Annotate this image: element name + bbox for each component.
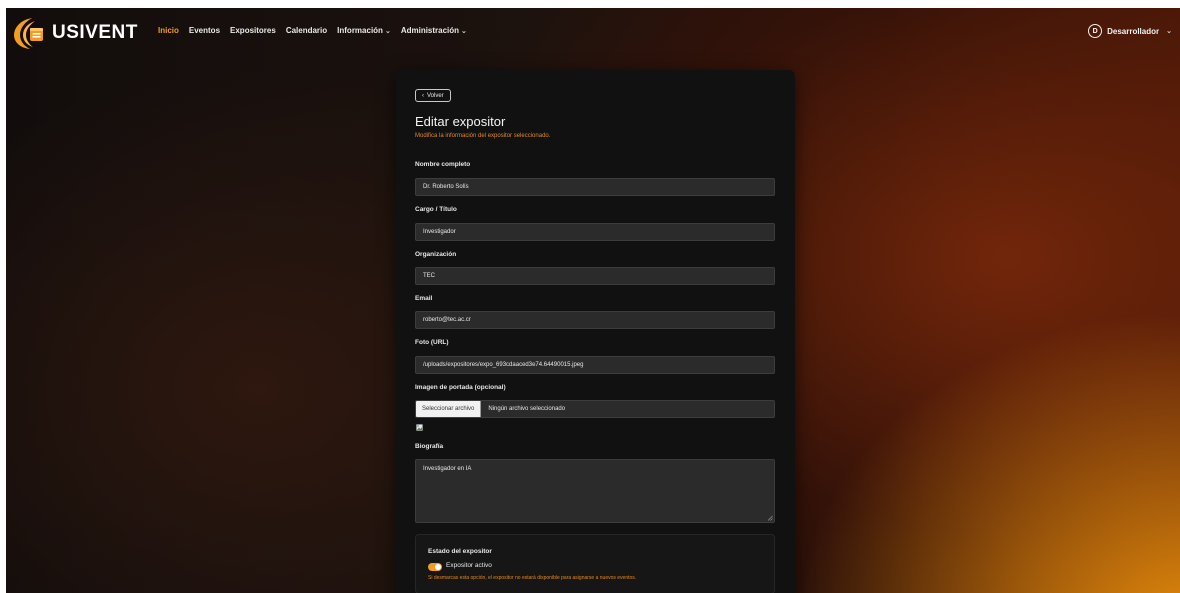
nav-item-inicio[interactable]: Inicio (158, 26, 179, 35)
file-status: Ningún archivo seleccionado (488, 406, 566, 412)
back-button-label: Volver (427, 92, 444, 99)
photo-url-input[interactable]: /uploads/expositores/expo_693cdaaced3e74… (415, 356, 775, 374)
brand-name: USIVENT (52, 22, 138, 43)
organization-label: Organización (415, 251, 457, 258)
chevron-down-icon: ⌄ (461, 28, 467, 35)
chevron-left-icon: ‹ (422, 92, 424, 99)
status-title: Estado del expositor (428, 548, 492, 555)
chevron-down-icon: ⌄ (1166, 28, 1172, 35)
broken-image-icon (416, 424, 423, 431)
biography-textarea[interactable]: Investigador en IA (415, 459, 775, 523)
resize-grip-icon[interactable] (767, 515, 773, 521)
photo-url-label: Foto (URL) (415, 339, 449, 346)
name-label: Nombre completo (415, 161, 471, 168)
active-toggle-label: Expositor activo (446, 562, 492, 569)
nav-item-informacion-label: Información (337, 26, 383, 35)
logo-icon (14, 18, 43, 49)
biography-label: Biografía (415, 443, 444, 450)
brand-logo[interactable]: USIVENT (12, 16, 138, 50)
email-label: Email (415, 295, 433, 302)
status-help-text: Si desmarcas esta opción, el expositor n… (428, 575, 637, 581)
app-window: USIVENT Inicio Eventos Expositores Calen… (6, 8, 1180, 593)
name-input[interactable]: Dr. Roberto Solís (415, 178, 775, 196)
email-input[interactable]: roberto@tec.ac.cr (415, 311, 775, 329)
biography-text: Investigador en IA (423, 466, 472, 472)
nav-item-calendario[interactable]: Calendario (286, 26, 327, 35)
nav-item-informacion[interactable]: Información ⌄ (337, 26, 391, 35)
page-title: Editar expositor (415, 114, 506, 129)
active-toggle[interactable] (428, 563, 442, 571)
status-panel: Estado del expositor Expositor activo Si… (415, 534, 775, 593)
cover-image-label: Imagen de portada (opcional) (415, 384, 506, 391)
main-nav: Inicio Eventos Expositores Calendario In… (158, 26, 467, 35)
user-menu[interactable]: D Desarrollador ⌄ (1088, 24, 1172, 38)
back-button[interactable]: ‹ Volver (415, 89, 451, 102)
nav-item-eventos[interactable]: Eventos (189, 26, 220, 35)
nav-item-expositores[interactable]: Expositores (230, 26, 276, 35)
page-subtitle: Modifica la información del expositor se… (415, 133, 551, 139)
chevron-down-icon: ⌄ (384, 28, 391, 35)
nav-item-administracion-label: Administración (400, 26, 460, 35)
role-label: Cargo / Título (415, 206, 457, 213)
role-input[interactable]: Investigador (415, 223, 775, 241)
cover-image-file-input[interactable]: Seleccionar archivo Ningún archivo selec… (415, 400, 775, 418)
organization-input[interactable]: TEC (415, 267, 775, 285)
nav-item-administracion[interactable]: Administración ⌄ (401, 26, 467, 35)
edit-exhibitor-card: ‹ Volver Editar expositor Modifica la in… (396, 70, 795, 593)
avatar: D (1088, 24, 1103, 38)
select-file-button[interactable]: Seleccionar archivo (416, 401, 482, 417)
toggle-knob (435, 564, 441, 570)
navbar: USIVENT Inicio Eventos Expositores Calen… (6, 8, 1180, 60)
user-name: Desarrollador (1107, 26, 1160, 36)
